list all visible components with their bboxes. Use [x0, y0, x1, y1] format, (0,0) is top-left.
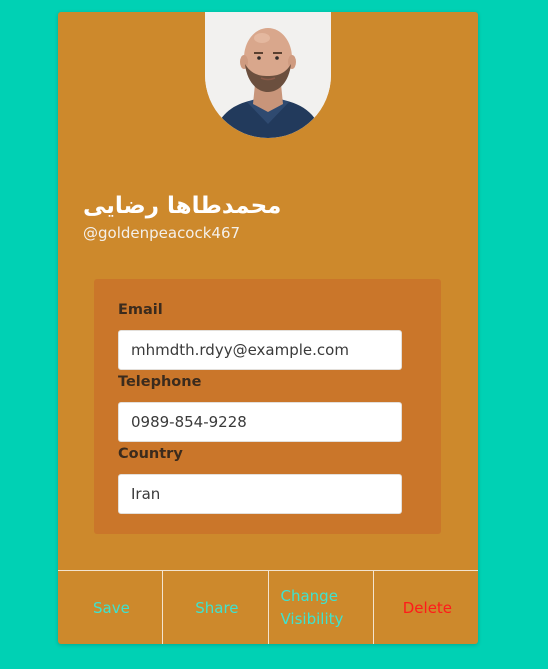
save-button[interactable]: Save [58, 571, 162, 644]
save-button-label: Save [93, 598, 130, 617]
contact-info-panel: Email Telephone Country [94, 279, 441, 534]
country-label: Country [118, 446, 183, 462]
avatar-photo [205, 12, 331, 138]
avatar [205, 12, 331, 138]
profile-handle: @goldenpeacock467 [83, 224, 241, 242]
country-field[interactable] [118, 474, 402, 514]
profile-name: محمدطاها رضایی [83, 193, 282, 219]
telephone-field[interactable] [118, 402, 402, 442]
change-visibility-button[interactable]: Change Visibility [267, 571, 373, 644]
email-field[interactable] [118, 330, 402, 370]
email-label: Email [118, 302, 163, 318]
share-button-label: Share [195, 598, 239, 617]
telephone-label: Telephone [118, 374, 202, 390]
change-visibility-button-label: Change Visibility [280, 587, 344, 628]
card-actions: Save Share Change Visibility Delete [58, 570, 478, 644]
share-button[interactable]: Share [162, 571, 267, 644]
delete-button-label: Delete [402, 598, 453, 617]
delete-button[interactable]: Delete [372, 571, 478, 644]
profile-card: محمدطاها رضایی @goldenpeacock467 Email T… [58, 12, 478, 644]
